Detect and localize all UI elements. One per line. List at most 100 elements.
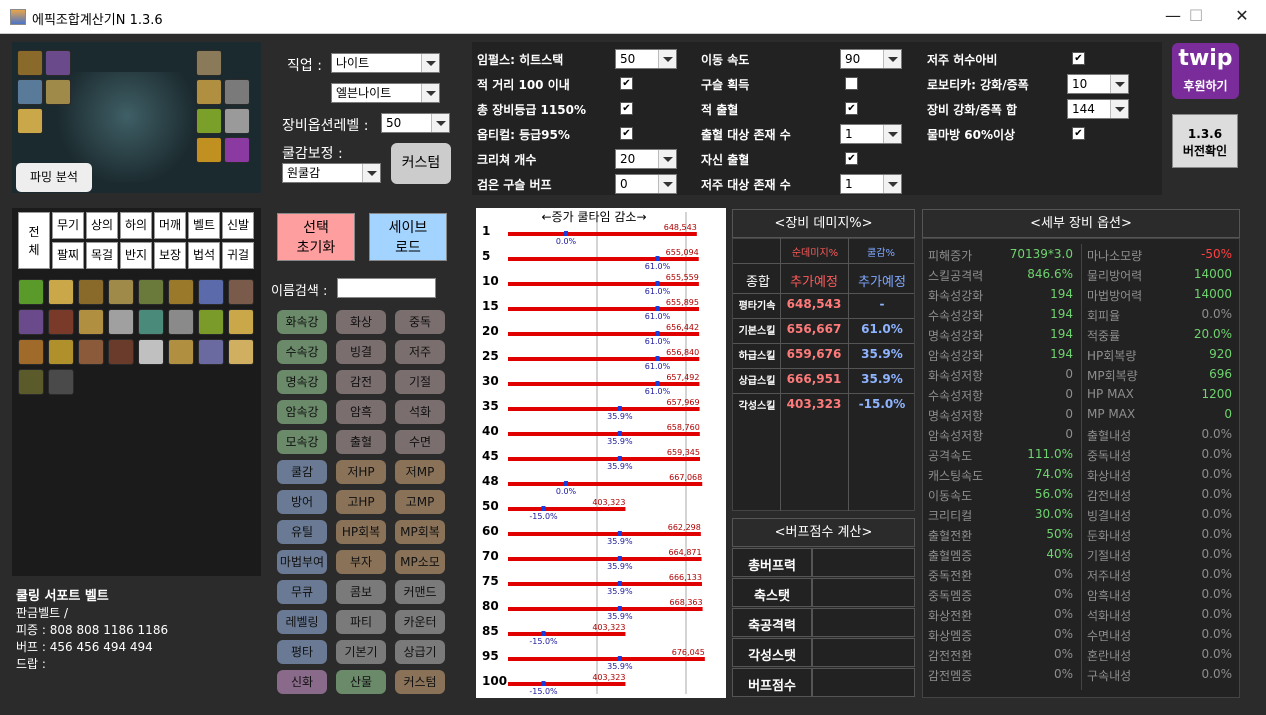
filter-button[interactable]: 레벨링: [277, 610, 327, 634]
epic-item-icon[interactable]: [198, 339, 224, 365]
option-checkbox[interactable]: ✔: [1072, 52, 1085, 65]
filter-button[interactable]: 마법부여: [277, 550, 327, 574]
epic-item-icon[interactable]: [18, 279, 44, 305]
filter-button[interactable]: 쿨감: [277, 460, 327, 484]
filter-button[interactable]: 저MP: [395, 460, 445, 484]
filter-button[interactable]: 중독: [395, 310, 445, 334]
option-select[interactable]: 10: [1067, 74, 1129, 94]
save-load-button[interactable]: 세이브 로드: [369, 213, 447, 261]
category-tab[interactable]: 신발: [222, 212, 254, 239]
filter-button[interactable]: 수면: [395, 430, 445, 454]
version-button[interactable]: 1.3.6 버전확인: [1172, 114, 1238, 168]
subjob-select[interactable]: 엘븐나이트: [331, 83, 440, 103]
filter-button[interactable]: 부자: [336, 550, 386, 574]
filter-button[interactable]: 방어: [277, 490, 327, 514]
option-select[interactable]: 90: [840, 49, 902, 69]
option-checkbox[interactable]: ✔: [620, 127, 633, 140]
option-checkbox[interactable]: [845, 77, 858, 90]
epic-item-icon[interactable]: [48, 309, 74, 335]
option-select[interactable]: 1: [840, 124, 902, 144]
option-checkbox[interactable]: ✔: [845, 152, 858, 165]
filter-button[interactable]: 고HP: [336, 490, 386, 514]
filter-button[interactable]: 석화: [395, 400, 445, 424]
filter-button[interactable]: 모속강: [277, 430, 327, 454]
filter-button[interactable]: 카운터: [395, 610, 445, 634]
filter-button[interactable]: 기본기: [336, 640, 386, 664]
equip-slot-icon[interactable]: [224, 137, 250, 163]
option-checkbox[interactable]: ✔: [620, 77, 633, 90]
reset-selection-button[interactable]: 선택 초기화: [277, 213, 355, 261]
filter-button[interactable]: 상급기: [395, 640, 445, 664]
option-select[interactable]: 144: [1067, 99, 1129, 119]
filter-button[interactable]: 콤보: [336, 580, 386, 604]
equip-slot-icon[interactable]: [17, 79, 43, 105]
epic-item-icon[interactable]: [138, 339, 164, 365]
category-tab[interactable]: 법석: [188, 242, 220, 269]
filter-button[interactable]: 평타: [277, 640, 327, 664]
filter-button[interactable]: 고MP: [395, 490, 445, 514]
custom-button[interactable]: 커스텀: [391, 143, 451, 184]
epic-item-icon[interactable]: [18, 309, 44, 335]
option-checkbox[interactable]: ✔: [845, 102, 858, 115]
category-tab[interactable]: 하의: [120, 212, 152, 239]
epic-item-icon[interactable]: [198, 279, 224, 305]
filter-button[interactable]: 화속강: [277, 310, 327, 334]
option-select[interactable]: 0: [615, 174, 677, 194]
epic-item-icon[interactable]: [228, 339, 254, 365]
option-checkbox[interactable]: ✔: [1072, 127, 1085, 140]
epic-item-icon[interactable]: [18, 339, 44, 365]
equip-slot-icon[interactable]: [17, 108, 43, 134]
filter-button[interactable]: 빙결: [336, 340, 386, 364]
filter-button[interactable]: 수속강: [277, 340, 327, 364]
filter-button[interactable]: 유틸: [277, 520, 327, 544]
epic-item-icon[interactable]: [168, 339, 194, 365]
filter-button[interactable]: 명속강: [277, 370, 327, 394]
filter-button[interactable]: 커스텀: [395, 670, 445, 694]
epic-item-icon[interactable]: [228, 309, 254, 335]
epic-item-icon[interactable]: [168, 279, 194, 305]
category-tab[interactable]: 반지: [120, 242, 152, 269]
epic-item-icon[interactable]: [78, 309, 104, 335]
epic-item-icon[interactable]: [138, 279, 164, 305]
filter-button[interactable]: 암속강: [277, 400, 327, 424]
epic-item-icon[interactable]: [78, 339, 104, 365]
equip-level-select[interactable]: 50: [381, 113, 450, 133]
epic-item-icon[interactable]: [198, 309, 224, 335]
category-tab[interactable]: 목걸: [86, 242, 118, 269]
filter-button[interactable]: 감전: [336, 370, 386, 394]
filter-button[interactable]: 저HP: [336, 460, 386, 484]
equip-slot-icon[interactable]: [196, 50, 222, 76]
filter-button[interactable]: 파티: [336, 610, 386, 634]
equip-slot-icon[interactable]: [17, 50, 43, 76]
epic-item-icon[interactable]: [108, 339, 134, 365]
equip-slot-icon[interactable]: [45, 79, 71, 105]
option-select[interactable]: 1: [840, 174, 902, 194]
epic-item-icon[interactable]: [228, 279, 254, 305]
search-input[interactable]: [337, 278, 436, 298]
close-button[interactable]: ✕: [1219, 4, 1265, 30]
filter-button[interactable]: MP회복: [395, 520, 445, 544]
category-tab[interactable]: 머깨: [154, 212, 186, 239]
epic-item-icon[interactable]: [48, 279, 74, 305]
option-select[interactable]: 50: [615, 49, 677, 69]
category-tab[interactable]: 귀걸: [222, 242, 254, 269]
filter-button[interactable]: 산물: [336, 670, 386, 694]
equip-slot-icon[interactable]: [196, 79, 222, 105]
category-tab[interactable]: 팔찌: [52, 242, 84, 269]
option-select[interactable]: 20: [615, 149, 677, 169]
equip-slot-icon[interactable]: [224, 79, 250, 105]
category-tab[interactable]: 보장: [154, 242, 186, 269]
equip-slot-icon[interactable]: [224, 108, 250, 134]
filter-button[interactable]: 기절: [395, 370, 445, 394]
filter-button[interactable]: 커맨드: [395, 580, 445, 604]
epic-item-icon[interactable]: [108, 309, 134, 335]
epic-item-icon[interactable]: [18, 369, 44, 395]
category-tab[interactable]: 무기: [52, 212, 84, 239]
option-checkbox[interactable]: ✔: [620, 102, 633, 115]
filter-button[interactable]: 무큐: [277, 580, 327, 604]
cooldown-select[interactable]: 원쿨감: [282, 163, 381, 183]
filter-button[interactable]: 저주: [395, 340, 445, 364]
filter-button[interactable]: MP소모: [395, 550, 445, 574]
epic-item-icon[interactable]: [138, 309, 164, 335]
filter-button[interactable]: 출혈: [336, 430, 386, 454]
